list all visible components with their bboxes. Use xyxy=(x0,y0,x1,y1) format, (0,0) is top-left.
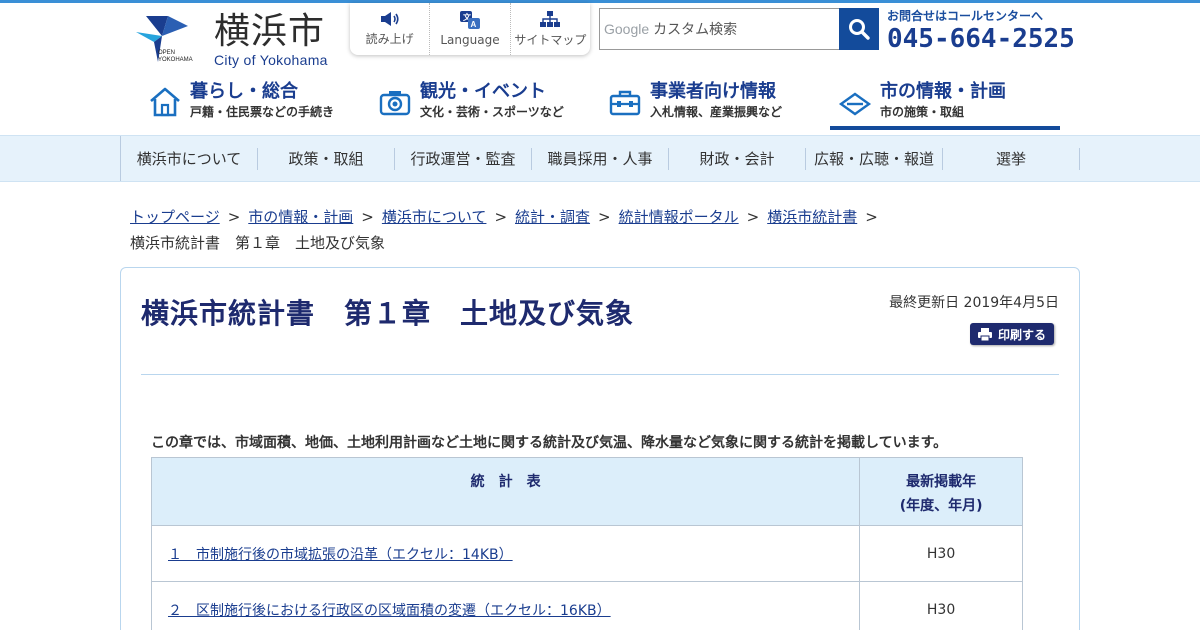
breadcrumb-separator: > xyxy=(746,208,760,226)
breadcrumb-link[interactable]: 横浜市統計書 xyxy=(767,208,857,226)
sub-nav-elections[interactable]: 選挙 xyxy=(943,147,1080,170)
breadcrumb-current: 横浜市統計書 第１章 土地及び気象 xyxy=(130,234,386,252)
read-aloud-label: 読み上げ xyxy=(365,31,414,46)
table-header-row: 統 計 表 最新掲載年 (年度、年月) xyxy=(150,457,1023,526)
breadcrumb-separator: > xyxy=(494,208,508,226)
main-nav-tourism-title: 観光・イベント xyxy=(420,81,546,102)
main-nav-living-title: 暮らし・総合 xyxy=(190,81,298,102)
breadcrumb-link[interactable]: 市の情報・計画 xyxy=(248,208,353,226)
utility-menu: 読み上げ 文 A Language サイトマップ xyxy=(350,3,590,55)
search-input[interactable]: Google カスタム検索 xyxy=(599,8,839,50)
page-title: 横浜市統計書 第１章 土地及び気象 xyxy=(141,297,635,330)
main-nav-business-title: 事業者向け情報 xyxy=(650,81,776,102)
breadcrumb-link[interactable]: 横浜市について xyxy=(382,208,487,226)
breadcrumb-separator: > xyxy=(598,208,611,226)
breadcrumb-separator: > xyxy=(227,208,241,226)
print-label: 印刷する xyxy=(997,327,1046,342)
svg-text:A: A xyxy=(470,20,476,29)
table-header-year-line2: (年度、年月) xyxy=(899,498,983,514)
sitemap-button[interactable]: サイトマップ xyxy=(511,3,590,55)
logo-english: City of Yokohama xyxy=(214,52,328,68)
chapter-intro: この章では、市域面積、地価、土地利用計画など土地に関する統計及び気温、降水量など… xyxy=(151,435,948,451)
table-header-name: 統 計 表 xyxy=(150,457,861,526)
language-button[interactable]: 文 A Language xyxy=(430,3,511,55)
toolbox-icon xyxy=(609,90,641,116)
table-cell-year: H30 xyxy=(859,525,1023,582)
search-button[interactable] xyxy=(839,8,879,50)
sub-nav-policy[interactable]: 政策・取組 xyxy=(258,147,395,170)
contact-tel: 045-664-2525 xyxy=(887,24,1075,54)
breadcrumb-link[interactable]: 統計・調査 xyxy=(515,208,590,226)
camera-icon xyxy=(379,91,411,116)
main-nav-tourism-sub: 文化・芸術・スポーツなど xyxy=(420,105,564,119)
site-search: Google カスタム検索 xyxy=(599,8,879,50)
house-icon xyxy=(150,87,180,117)
sub-nav-administration[interactable]: 行政運営・監査 xyxy=(395,147,532,170)
yokohama-logo-mark-icon: OPEN YOKOHAMA xyxy=(132,12,196,64)
print-button[interactable]: 印刷する xyxy=(970,323,1054,345)
main-nav-city-info-title: 市の情報・計画 xyxy=(880,81,1006,102)
google-brand-label: Google xyxy=(604,21,650,37)
breadcrumb-link[interactable]: トップページ xyxy=(130,208,220,226)
printer-icon xyxy=(977,327,992,341)
breadcrumb: トップページ > 市の情報・計画 > 横浜市について > 統計・調査 > 統計情報ポータル > 横浜… xyxy=(130,204,1070,256)
site-logo[interactable]: OPEN YOKOHAMA 横浜市 City of Yokohama xyxy=(132,12,328,68)
logo-open-text: OPEN YOKOHAMA xyxy=(158,50,193,63)
breadcrumb-link[interactable]: 統計情報ポータル xyxy=(619,208,739,226)
main-nav-tourism[interactable]: 観光・イベント 文化・芸術・スポーツなど xyxy=(370,80,600,130)
sitemap-icon xyxy=(540,10,561,27)
main-nav-living[interactable]: 暮らし・総合 戸籍・住民票などの手続き xyxy=(140,80,370,130)
breadcrumb-separator: > xyxy=(361,208,374,226)
sub-nav: 横浜市について 政策・取組 行政運営・監査 職員採用・人事 財政・会計 広報・広… xyxy=(0,135,1200,182)
read-aloud-button[interactable]: 読み上げ xyxy=(350,3,431,55)
last-updated: 最終更新日 2019年4月5日 xyxy=(889,295,1059,311)
language-icon: 文 A xyxy=(459,11,480,29)
contact-label: お問合せはコールセンターへ xyxy=(887,9,1044,23)
sitemap-label: サイトマップ xyxy=(514,32,587,47)
statistics-table: 統 計 表 最新掲載年 (年度、年月) １ 市制施行後の市域拡張の沿革（エクセル：… xyxy=(150,457,1023,630)
main-nav-city-info-sub: 市の施策・取組 xyxy=(880,105,965,119)
table-header-year-line1: 最新掲載年 xyxy=(906,474,977,490)
sub-nav-finance[interactable]: 財政・会計 xyxy=(669,147,806,170)
sub-nav-public-relations[interactable]: 広報・広聴・報道 xyxy=(806,147,943,170)
table-link[interactable]: ２ 区制施行後における行政区の区域面積の変遷（エクセル：16KB） xyxy=(168,603,611,619)
main-nav: 暮らし・総合 戸籍・住民票などの手続き 観光・イベント 文化・芸術・スポーツなど… xyxy=(140,80,1060,130)
language-label: Language xyxy=(440,33,500,47)
main-nav-business-sub: 入札情報、産業振興など xyxy=(650,105,783,119)
sub-nav-about[interactable]: 横浜市について xyxy=(121,147,258,170)
table-row: １ 市制施行後の市域拡張の沿革（エクセル：14KB） H30 xyxy=(150,525,1023,582)
logo-kanji: 横浜市 xyxy=(214,11,326,52)
speaker-icon xyxy=(380,11,399,26)
main-nav-living-sub: 戸籍・住民票などの手続き xyxy=(190,105,335,119)
table-cell-year: H30 xyxy=(859,581,1023,630)
title-divider xyxy=(141,374,1059,375)
city-info-icon xyxy=(838,92,872,116)
main-content: 横浜市統計書 第１章 土地及び気象 最終更新日 2019年4月5日 印刷する こ… xyxy=(120,267,1080,630)
search-placeholder: カスタム検索 xyxy=(653,22,738,38)
main-nav-business[interactable]: 事業者向け情報 入札情報、産業振興など xyxy=(600,80,830,130)
table-link[interactable]: １ 市制施行後の市域拡張の沿革（エクセル：14KB） xyxy=(168,547,513,563)
sub-nav-recruitment[interactable]: 職員採用・人事 xyxy=(532,147,669,170)
main-nav-city-info[interactable]: 市の情報・計画 市の施策・取組 xyxy=(830,80,1060,130)
table-header-year: 最新掲載年 (年度、年月) xyxy=(859,457,1023,526)
search-icon xyxy=(849,19,870,40)
utility-area: 読み上げ 文 A Language サイトマップ Google カスタム検索 お… xyxy=(350,3,1090,57)
table-row: ２ 区制施行後における行政区の区域面積の変遷（エクセル：16KB） H30 xyxy=(150,581,1023,630)
call-center-contact[interactable]: お問合せはコールセンターへ 045-664-2525 xyxy=(887,7,1075,54)
breadcrumb-separator: > xyxy=(865,208,878,226)
